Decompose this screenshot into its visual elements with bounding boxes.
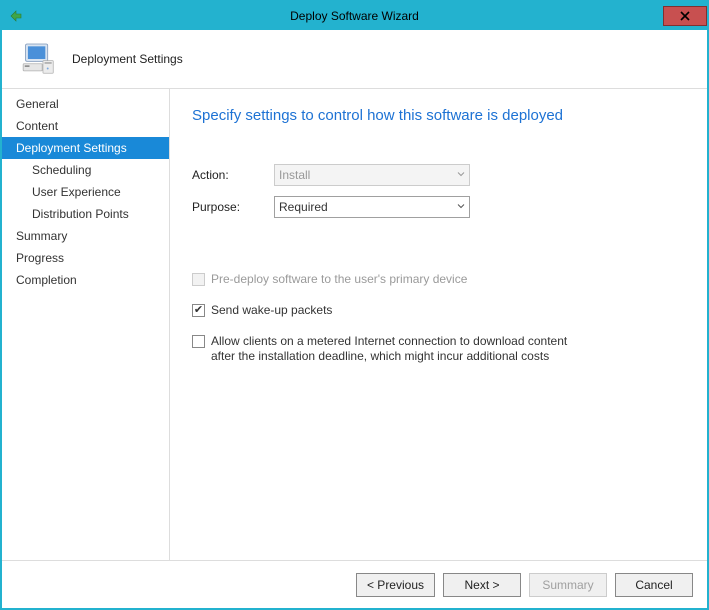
metered-row: Allow clients on a metered Internet conn… [192, 334, 685, 364]
purpose-select[interactable]: Required [274, 196, 470, 218]
sidebar-item-general[interactable]: General [2, 93, 169, 115]
chevron-down-icon[interactable] [457, 202, 465, 213]
wizard-body: General Content Deployment Settings Sche… [2, 88, 707, 560]
previous-button[interactable]: < Previous [356, 573, 435, 597]
computer-icon [20, 40, 58, 78]
wakeup-row: ✔ Send wake-up packets [192, 303, 685, 318]
sidebar-item-user-experience[interactable]: User Experience [2, 181, 169, 203]
sidebar-item-progress[interactable]: Progress [2, 247, 169, 269]
wizard-header: Deployment Settings [2, 30, 707, 88]
wizard-window: Deploy Software Wizard Deployment Settin… [0, 0, 709, 610]
metered-label: Allow clients on a metered Internet conn… [211, 334, 591, 364]
wakeup-label: Send wake-up packets [211, 303, 332, 318]
predeploy-row: Pre-deploy software to the user's primar… [192, 272, 685, 287]
sidebar-item-summary[interactable]: Summary [2, 225, 169, 247]
summary-button: Summary [529, 573, 607, 597]
titlebar: Deploy Software Wizard [2, 2, 707, 30]
predeploy-checkbox [192, 273, 205, 286]
sidebar-item-completion[interactable]: Completion [2, 269, 169, 291]
cancel-button[interactable]: Cancel [615, 573, 693, 597]
metered-checkbox[interactable] [192, 335, 205, 348]
sidebar-item-distribution-points[interactable]: Distribution Points [2, 203, 169, 225]
sidebar-item-content[interactable]: Content [2, 115, 169, 137]
content-pane: Specify settings to control how this sof… [170, 89, 707, 560]
purpose-label: Purpose: [192, 200, 274, 214]
app-icon [8, 8, 24, 24]
window-title: Deploy Software Wizard [2, 9, 707, 23]
sidebar-item-scheduling[interactable]: Scheduling [2, 159, 169, 181]
content-title: Specify settings to control how this sof… [192, 107, 685, 124]
sidebar-item-deployment-settings[interactable]: Deployment Settings [2, 137, 169, 159]
next-button[interactable]: Next > [443, 573, 521, 597]
checkbox-group: Pre-deploy software to the user's primar… [192, 272, 685, 380]
action-select: Install [274, 164, 470, 186]
purpose-row: Purpose: Required [192, 196, 685, 218]
action-row: Action: Install [192, 164, 685, 186]
action-value: Install [279, 168, 310, 182]
purpose-value: Required [279, 200, 328, 214]
wakeup-checkbox[interactable]: ✔ [192, 304, 205, 317]
close-button[interactable] [663, 6, 707, 26]
sidebar: General Content Deployment Settings Sche… [2, 89, 170, 560]
page-title: Deployment Settings [72, 52, 183, 66]
chevron-down-icon [457, 170, 465, 181]
wizard-footer: < Previous Next > Summary Cancel [2, 560, 707, 608]
action-label: Action: [192, 168, 274, 182]
predeploy-label: Pre-deploy software to the user's primar… [211, 272, 467, 287]
